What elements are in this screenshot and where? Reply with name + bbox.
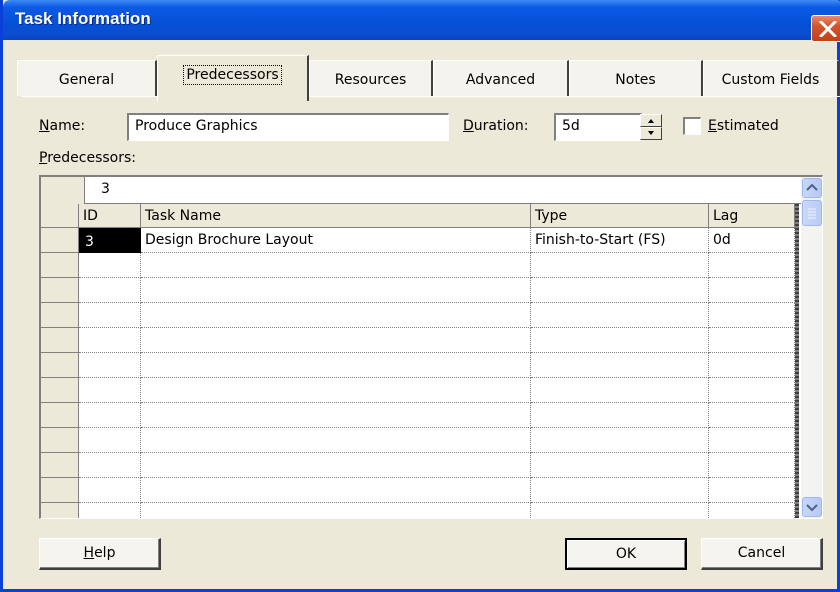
tab-custom-fields[interactable]: Custom Fields [703,60,839,96]
tab-general[interactable]: General [17,60,157,96]
tab-predecessors[interactable]: Predecessors [157,55,309,101]
button-label: OK [615,546,637,562]
window-title: Task Information [15,9,151,28]
button-label: elp [94,545,116,561]
title-bar[interactable]: Task Information [3,0,840,42]
tab-label: Resources [334,72,407,88]
ok-button[interactable]: OK [565,538,687,570]
button-label: Cancel [737,545,786,561]
close-button[interactable] [811,15,840,42]
tab-label: Advanced [465,72,536,88]
tab-label: Notes [615,72,656,88]
help-button[interactable]: Help [39,538,161,570]
task-information-dialog: Task Information General Predecessors Re… [0,0,840,592]
tab-panel [21,96,840,514]
cancel-button[interactable]: Cancel [701,538,823,570]
tab-resources[interactable]: Resources [309,60,433,96]
tab-advanced[interactable]: Advanced [433,60,569,96]
tab-label: Custom Fields [721,72,820,88]
tab-label: General [58,72,115,88]
close-icon [819,21,837,37]
accelerator-key: H [83,545,95,561]
tab-label: Predecessors [183,65,282,85]
tab-notes[interactable]: Notes [569,60,703,96]
